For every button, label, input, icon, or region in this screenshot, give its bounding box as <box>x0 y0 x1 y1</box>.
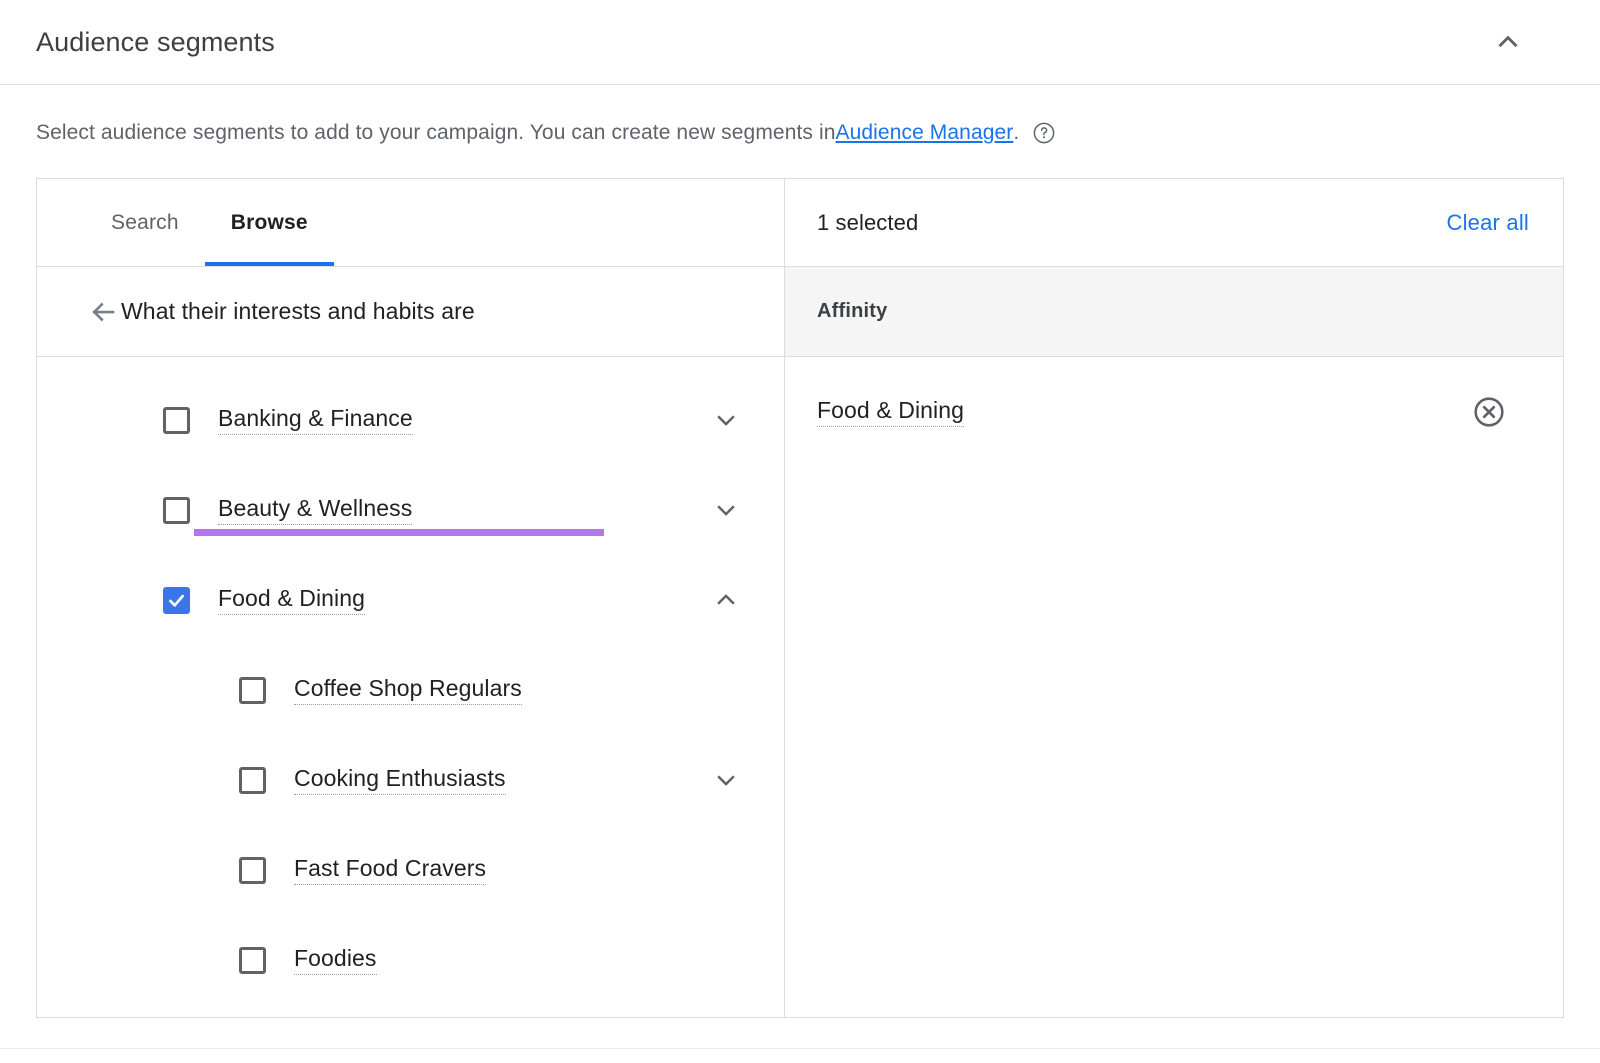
list-item[interactable]: Banking & Finance <box>37 375 784 465</box>
check-icon <box>166 590 187 611</box>
list-item-label: Cooking Enthusiasts <box>294 765 506 795</box>
selected-items-list: Food & Dining <box>785 357 1563 1017</box>
browse-column: Search Browse What their interests and h… <box>37 179 785 1017</box>
list-item[interactable]: Coffee Shop Regulars <box>37 645 784 735</box>
clear-all-button[interactable]: Clear all <box>1447 210 1530 236</box>
selected-header: 1 selected Clear all <box>785 179 1563 267</box>
tab-bar: Search Browse <box>37 179 784 267</box>
selected-column: 1 selected Clear all Affinity Food & Din… <box>785 179 1563 1017</box>
tab-search[interactable]: Search <box>85 179 205 266</box>
page-bottom-divider <box>0 1048 1600 1049</box>
audience-manager-link[interactable]: Audience Manager <box>836 121 1014 145</box>
checkbox-beauty-wellness[interactable] <box>163 497 190 524</box>
checkbox-coffee-shop-regulars[interactable] <box>239 677 266 704</box>
tab-browse[interactable]: Browse <box>205 179 334 266</box>
list-item-label: Food & Dining <box>218 585 365 615</box>
arrow-left-icon[interactable] <box>83 292 123 332</box>
breadcrumb-label: What their interests and habits are <box>121 298 475 325</box>
list-item[interactable]: Foodies <box>37 915 784 1005</box>
expand-beauty-wellness-button[interactable] <box>704 488 748 532</box>
segments-panel: Search Browse What their interests and h… <box>36 178 1564 1018</box>
checkbox-foodies[interactable] <box>239 947 266 974</box>
collapse-food-dining-button[interactable] <box>704 578 748 622</box>
chevron-down-icon <box>712 496 740 524</box>
description-text-before: Select audience segments to add to your … <box>36 121 836 145</box>
checkbox-cooking-enthusiasts[interactable] <box>239 767 266 794</box>
selected-item-label: Food & Dining <box>817 397 964 427</box>
remove-selected-item-button[interactable] <box>1469 392 1509 432</box>
help-circle-icon[interactable] <box>1032 121 1056 145</box>
breadcrumb: What their interests and habits are <box>37 267 784 357</box>
chevron-up-icon <box>1493 27 1523 57</box>
list-item[interactable]: Cooking Enthusiasts <box>37 735 784 825</box>
list-item-label: Coffee Shop Regulars <box>294 675 522 705</box>
list-item[interactable]: Fast Food Cravers <box>37 825 784 915</box>
list-item-label: Beauty & Wellness <box>218 495 412 525</box>
expand-cooking-enthusiasts-button[interactable] <box>704 758 748 802</box>
list-item-label: Banking & Finance <box>218 405 413 435</box>
checkbox-banking-finance[interactable] <box>163 407 190 434</box>
section-description: Select audience segments to add to your … <box>0 85 1600 145</box>
expand-banking-finance-button[interactable] <box>704 398 748 442</box>
list-item-label: Fast Food Cravers <box>294 855 486 885</box>
list-item-label: Foodies <box>294 945 377 975</box>
description-text-after: . <box>1013 121 1019 145</box>
browse-list: Banking & Finance Beauty & Wellness <box>37 357 784 1017</box>
chevron-down-icon <box>712 406 740 434</box>
chevron-down-icon <box>712 766 740 794</box>
card-header: Audience segments <box>0 0 1600 85</box>
chevron-up-icon <box>712 586 740 614</box>
checkbox-food-dining[interactable] <box>163 587 190 614</box>
checkbox-fast-food-cravers[interactable] <box>239 857 266 884</box>
page-title: Audience segments <box>36 27 275 58</box>
list-item[interactable]: Beauty & Wellness <box>37 465 784 555</box>
audience-segments-page: Audience segments Select audience segmen… <box>0 0 1600 1063</box>
selected-group-header: Affinity <box>785 267 1563 357</box>
selected-count-label: 1 selected <box>817 210 918 236</box>
close-circle-icon <box>1472 395 1506 429</box>
list-item[interactable]: Food & Dining <box>37 555 784 645</box>
collapse-section-button[interactable] <box>1486 20 1530 64</box>
selected-item: Food & Dining <box>785 375 1563 449</box>
